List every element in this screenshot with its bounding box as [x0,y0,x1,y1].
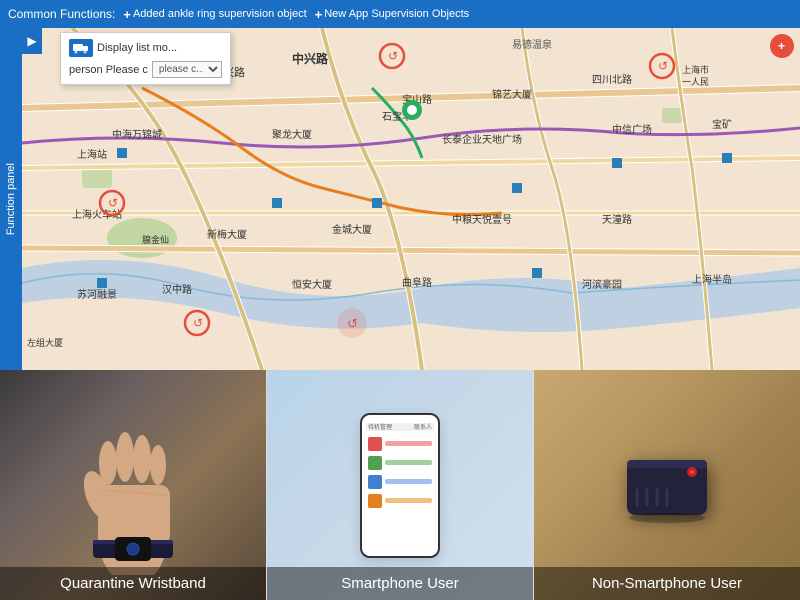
function-panel[interactable]: Function panel [0,28,22,370]
app-text-4 [385,498,432,503]
svg-text:汉中路: 汉中路 [162,283,192,296]
plus-icon-2: + [315,7,323,22]
app-icon-3 [368,475,382,489]
svg-text:新梅大厦: 新梅大厦 [207,228,247,241]
function-panel-label: Function panel [5,163,17,235]
plus-icon-1: + [123,7,131,22]
phone-app-row-1 [366,436,434,452]
app-text-2 [385,460,432,465]
person-label: person Please c [69,64,148,76]
nonsmartphone-label: Non-Smartphone User [534,567,800,600]
svg-text:中信广场: 中信广场 [612,123,652,136]
svg-text:河滨豪园: 河滨豪园 [582,278,622,291]
cards-section: Quarantine Wristband 待机管理 联系人 [0,370,800,600]
svg-text:聚龙大厦: 聚龙大厦 [272,128,312,141]
common-functions-label: Common Functions: [8,7,115,21]
smartphone-card: 待机管理 联系人 [266,370,534,600]
svg-text:四川北路: 四川北路 [592,73,632,86]
svg-text:↺: ↺ [347,316,358,331]
svg-text:锦艺大厦: 锦艺大厦 [492,88,532,101]
dropdown-popup: Display list mo... person Please c pleas… [60,32,231,85]
svg-text:曲阜路: 曲阜路 [402,276,432,289]
nonsmartphone-card: Non-Smartphone User [534,370,800,600]
app-text-3 [385,479,432,484]
svg-text:↺: ↺ [658,59,668,73]
svg-text:中粮天悦壹号: 中粮天悦壹号 [452,213,512,226]
svg-text:金城大厦: 金城大厦 [332,223,372,236]
svg-text:易德温泉: 易德温泉 [512,38,552,51]
svg-text:恒安大厦: 恒安大厦 [292,278,332,291]
wristband-card: Quarantine Wristband [0,370,266,600]
app-icon-1 [368,437,382,451]
truck-icon [69,39,93,57]
person-select[interactable]: please c... Option 1 Option 2 [152,61,222,78]
app-text-1 [385,441,432,446]
svg-text:左组大厦: 左组大厦 [27,337,63,348]
svg-text:↺: ↺ [108,196,118,210]
svg-text:+: + [778,39,785,53]
phone-top-bar: 待机管理 联系人 [366,423,434,431]
toolbar: Common Functions: + Added ankle ring sup… [0,0,800,28]
phone-app-row-4 [366,493,434,509]
phone-mockup: 待机管理 联系人 [360,413,440,558]
svg-text:↺: ↺ [388,49,398,63]
map-section: Common Functions: + Added ankle ring sup… [0,0,800,370]
svg-text:腺金仙: 腺金仙 [142,234,169,245]
device-illustration [567,405,767,565]
svg-text:上海市: 上海市 [682,64,709,75]
svg-text:长泰企业天地广场: 长泰企业天地广场 [442,133,522,146]
dropdown-row-1: Display list mo... [65,37,226,59]
device-container [534,370,800,600]
svg-text:中海万锦城: 中海万锦城 [112,128,162,141]
svg-text:一人民: 一人民 [682,77,709,87]
smartphone-label: Smartphone User [267,567,533,600]
phone-container: 待机管理 联系人 [267,370,533,600]
add-ankle-ring-button[interactable]: + Added ankle ring supervision object [123,7,306,22]
svg-text:天潼路: 天潼路 [602,213,632,226]
app-icon-4 [368,494,382,508]
svg-text:上海半岛: 上海半岛 [692,273,732,286]
phone-app-row-2 [366,455,434,471]
display-list-text: Display list mo... [97,42,177,54]
wristband-illustration [43,395,223,575]
svg-text:苏河融景: 苏河融景 [77,288,117,301]
phone-app-row-3 [366,474,434,490]
wristband-label: Quarantine Wristband [0,567,266,600]
svg-text:↺: ↺ [193,316,203,330]
expand-panel-button[interactable]: ▶ [22,28,42,54]
dropdown-row-2[interactable]: person Please c please c... Option 1 Opt… [65,59,226,80]
new-app-supervision-button[interactable]: + New App Supervision Objects [315,7,470,22]
svg-text:宝矿: 宝矿 [712,118,732,131]
app-icon-2 [368,456,382,470]
arrow-right-icon: ▶ [27,34,36,48]
svg-text:上海站: 上海站 [77,148,107,161]
svg-text:中兴路: 中兴路 [292,51,329,66]
